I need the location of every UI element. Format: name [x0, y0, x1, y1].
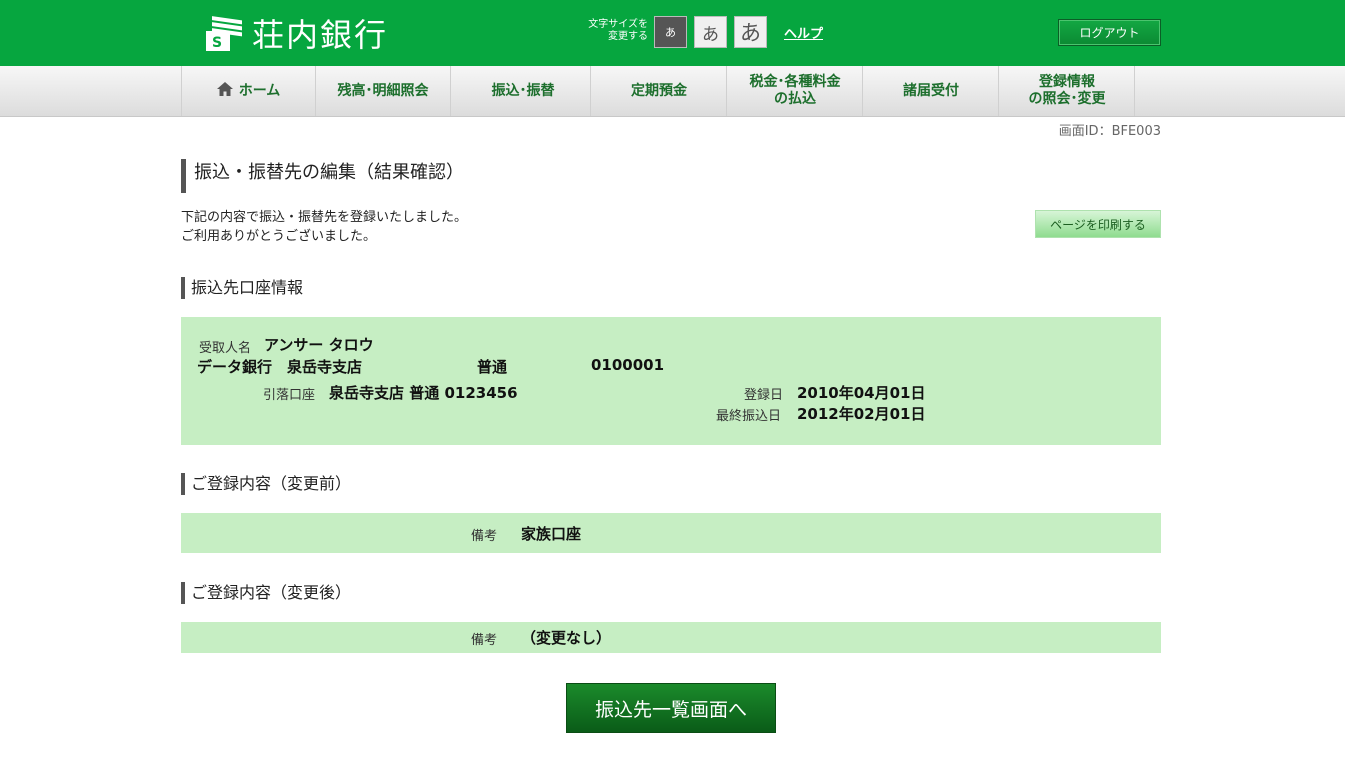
section-title-after: ご登録内容（変更後） [181, 582, 351, 604]
result-message-line2: ご利用ありがとうございました。 [181, 229, 377, 244]
bank-logo[interactable]: S 荘内銀行 [204, 12, 388, 54]
bank-logo-icon: S [204, 13, 244, 53]
header-bar: S 荘内銀行 文字サイズを 変更する あ あ あ ヘルプ ログアウト [0, 0, 1345, 66]
recipient-account-number: 0100001 [591, 356, 665, 374]
screen-id: 画面ID：BFE003 [1058, 124, 1161, 139]
font-size-large-button[interactable]: あ [734, 16, 767, 48]
result-message-line1: 下記の内容で振込・振替先を登録いたしました。 [181, 210, 468, 225]
debit-account: 泉岳寺支店 普通 0123456 [329, 384, 518, 402]
nav-item-transfer[interactable]: 振込･振替 [456, 66, 591, 116]
bank-name: 荘内銀行 [252, 16, 389, 54]
font-size-label: 文字サイズを 変更する [588, 19, 648, 42]
page-title: 振込・振替先の編集（結果確認） [181, 159, 464, 193]
nav-item-tax-payment[interactable]: 税金･各種料金 の払込 [728, 66, 863, 116]
logout-button[interactable]: ログアウト [1058, 19, 1161, 46]
section-title-before: ご登録内容（変更前） [181, 473, 351, 495]
nav-item-time-deposit[interactable]: 定期預金 [592, 66, 727, 116]
result-message: 下記の内容で振込・振替先を登録いたしました。 ご利用ありがとうございました。 [181, 208, 467, 246]
nav-item-registration-info[interactable]: 登録情報 の照会･変更 [1000, 66, 1135, 116]
svg-text:S: S [212, 35, 222, 51]
debit-account-label: 引落口座 [263, 388, 316, 403]
recipient-name: アンサー タロウ [264, 336, 374, 354]
home-icon [216, 81, 233, 101]
registered-date-label: 登録日 [744, 388, 784, 403]
nav-item-home-label: ホーム [238, 82, 281, 99]
last-transfer-label: 最終振込日 [716, 409, 782, 424]
font-size-small-button[interactable]: あ [654, 16, 687, 48]
help-link[interactable]: ヘルプ [784, 23, 823, 42]
recipient-account-type: 普通 [477, 358, 508, 376]
print-page-button[interactable]: ページを印刷する [1035, 210, 1161, 238]
payee-list-button[interactable]: 振込先一覧画面へ [566, 683, 776, 733]
recipient-bank-branch: データ銀行 泉岳寺支店 [197, 358, 363, 376]
after-note-label: 備考 [471, 633, 498, 648]
nav-item-notifications[interactable]: 諸届受付 [864, 66, 999, 116]
after-note-value: （変更なし） [521, 629, 612, 647]
nav-item-home[interactable]: ホーム [181, 66, 316, 116]
before-box: 備考 家族口座 [181, 513, 1161, 553]
after-box: 備考 （変更なし） [181, 622, 1161, 653]
font-size-medium-button[interactable]: あ [694, 16, 727, 48]
recipient-label: 受取人名 [199, 341, 252, 356]
account-info-box: 受取人名 アンサー タロウ データ銀行 泉岳寺支店 普通 0100001 引落口… [181, 317, 1161, 445]
nav-item-balance[interactable]: 残高･明細照会 [316, 66, 451, 116]
last-transfer-date: 2012年02月01日 [797, 405, 926, 423]
registered-date: 2010年04月01日 [797, 384, 926, 402]
section-title-account-info: 振込先口座情報 [181, 277, 303, 299]
before-note-label: 備考 [471, 529, 498, 544]
scrollbar-area [1345, 0, 1366, 774]
before-note-value: 家族口座 [521, 525, 582, 543]
main-nav: ホーム 残高･明細照会 振込･振替 定期預金 税金･各種料金 の払込 諸届受付 … [0, 66, 1345, 117]
